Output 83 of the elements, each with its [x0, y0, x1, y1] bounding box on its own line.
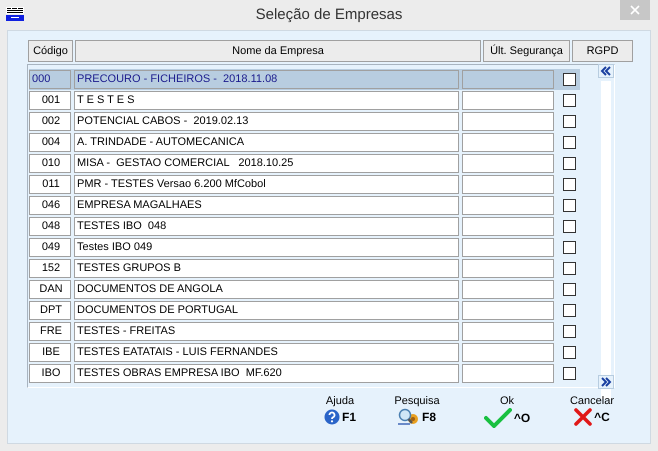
table-cell[interactable]: TESTES OBRAS EMPRESA IBO MF.620 [74, 364, 459, 383]
checkbox[interactable] [563, 73, 576, 86]
checkmark-icon [484, 408, 512, 428]
checkbox[interactable] [563, 241, 576, 254]
column-header[interactable]: Últ. Segurança [483, 40, 570, 62]
table-cell[interactable]: 004 [29, 133, 71, 152]
shortcut-label: ^O [514, 410, 530, 427]
checkbox[interactable] [563, 283, 576, 296]
shortcut-label: ^C [594, 409, 610, 426]
table-cell[interactable]: PRECOURO - FICHEIROS - 2018.11.08 [74, 70, 459, 89]
table-cell[interactable]: DAN [29, 280, 71, 299]
table-row[interactable]: 002 POTENCIAL CABOS - 2019.02.13 [29, 111, 580, 132]
table-row[interactable]: 010 MISA - GESTAO COMERCIAL 2018.10.25 [29, 153, 580, 174]
table-cell[interactable]: TESTES EATATAIS - LUIS FERNANDES [74, 343, 459, 362]
table-cell[interactable]: DPT [29, 301, 71, 320]
table-row[interactable]: DPT DOCUMENTOS DE PORTUGAL [29, 300, 580, 321]
scroll-up-button[interactable] [598, 64, 614, 78]
table-cell[interactable]: 000 [29, 70, 71, 89]
checkbox[interactable] [563, 367, 576, 380]
column-header[interactable]: Nome da Empresa [75, 40, 481, 62]
table-cell[interactable]: 011 [29, 175, 71, 194]
table-row[interactable]: 001 T E S T E S [29, 90, 580, 111]
shortcut-label: F8 [422, 409, 436, 426]
help-button[interactable]: Ajuda F1 [308, 395, 372, 428]
table-cell[interactable]: DOCUMENTOS DE PORTUGAL [74, 301, 459, 320]
cancel-button[interactable]: Cancelar ^C [552, 395, 632, 428]
checkbox[interactable] [563, 157, 576, 170]
table-cell[interactable]: TESTES - FREITAS [74, 322, 459, 341]
checkbox[interactable] [563, 178, 576, 191]
table-row[interactable]: 011 PMR - TESTES Versao 6.200 MfCobol [29, 174, 580, 195]
table-row[interactable]: 004 A. TRINDADE - AUTOMECANICA [29, 132, 580, 153]
scroll-down-button[interactable] [598, 375, 614, 389]
table-row[interactable]: DAN DOCUMENTOS DE ANGOLA [29, 279, 580, 300]
table-cell[interactable]: 048 [29, 217, 71, 236]
shortcut-label: F1 [342, 409, 356, 426]
table-cell[interactable]: 010 [29, 154, 71, 173]
checkbox[interactable] [563, 304, 576, 317]
table-cell[interactable]: 049 [29, 238, 71, 257]
table-row[interactable]: 000 PRECOURO - FICHEIROS - 2018.11.08 [29, 69, 580, 90]
table-cell[interactable]: 001 [29, 91, 71, 110]
table-cell[interactable]: IBE [29, 343, 71, 362]
double-chevron-right-icon [600, 377, 612, 387]
table-cell[interactable]: 002 [29, 112, 71, 131]
table-cell[interactable]: FRE [29, 322, 71, 341]
checkbox[interactable] [563, 115, 576, 128]
app-logo-icon [6, 7, 24, 21]
table-cell[interactable]: IBO [29, 364, 71, 383]
table-cell[interactable]: TESTES GRUPOS B [74, 259, 459, 278]
table-cell[interactable]: EMPRESA MAGALHAES [74, 196, 459, 215]
checkbox[interactable] [563, 346, 576, 359]
cross-icon [574, 408, 592, 426]
table-cell[interactable]: MISA - GESTAO COMERCIAL 2018.10.25 [74, 154, 459, 173]
window-title: Seleção de Empresas [256, 5, 402, 25]
table-cell[interactable]: A. TRINDADE - AUTOMECANICA [74, 133, 459, 152]
table-cell[interactable]: PMR - TESTES Versao 6.200 MfCobol [74, 175, 459, 194]
table-row[interactable]: 049 Testes IBO 049 [29, 237, 580, 258]
help-icon [324, 409, 340, 425]
column-header[interactable]: Código [28, 40, 73, 62]
checkbox[interactable] [563, 220, 576, 233]
table-row[interactable]: 048 TESTES IBO 048 [29, 216, 580, 237]
table-cell[interactable]: TESTES IBO 048 [74, 217, 459, 236]
table-cell[interactable]: T E S T E S [74, 91, 459, 110]
table-row[interactable]: 046 EMPRESA MAGALHAES [29, 195, 580, 216]
table-row[interactable]: IBE TESTES EATATAIS - LUIS FERNANDES [29, 342, 580, 363]
table-row[interactable]: 152 TESTES GRUPOS B [29, 258, 580, 279]
checkbox[interactable] [563, 262, 576, 275]
table-row[interactable]: FRE TESTES - FREITAS [29, 321, 580, 342]
column-header[interactable]: RGPD [572, 40, 633, 62]
magnifier-gear-icon [398, 408, 420, 426]
ok-button[interactable]: Ok ^O [462, 395, 552, 428]
table-cell[interactable]: DOCUMENTOS DE ANGOLA [74, 280, 459, 299]
checkbox[interactable] [563, 136, 576, 149]
checkbox[interactable] [563, 199, 576, 212]
table-cell[interactable]: 046 [29, 196, 71, 215]
table-cell[interactable]: POTENCIAL CABOS - 2019.02.13 [74, 112, 459, 131]
table-cell[interactable]: 152 [29, 259, 71, 278]
table-cell[interactable]: Testes IBO 049 [74, 238, 459, 257]
checkbox[interactable] [563, 94, 576, 107]
table-row[interactable]: IBO TESTES OBRAS EMPRESA IBO MF.620 [29, 363, 580, 384]
checkbox[interactable] [563, 325, 576, 338]
close-icon [630, 5, 640, 15]
double-chevron-left-icon [600, 66, 612, 76]
search-button[interactable]: Pesquisa F8 [372, 395, 462, 428]
